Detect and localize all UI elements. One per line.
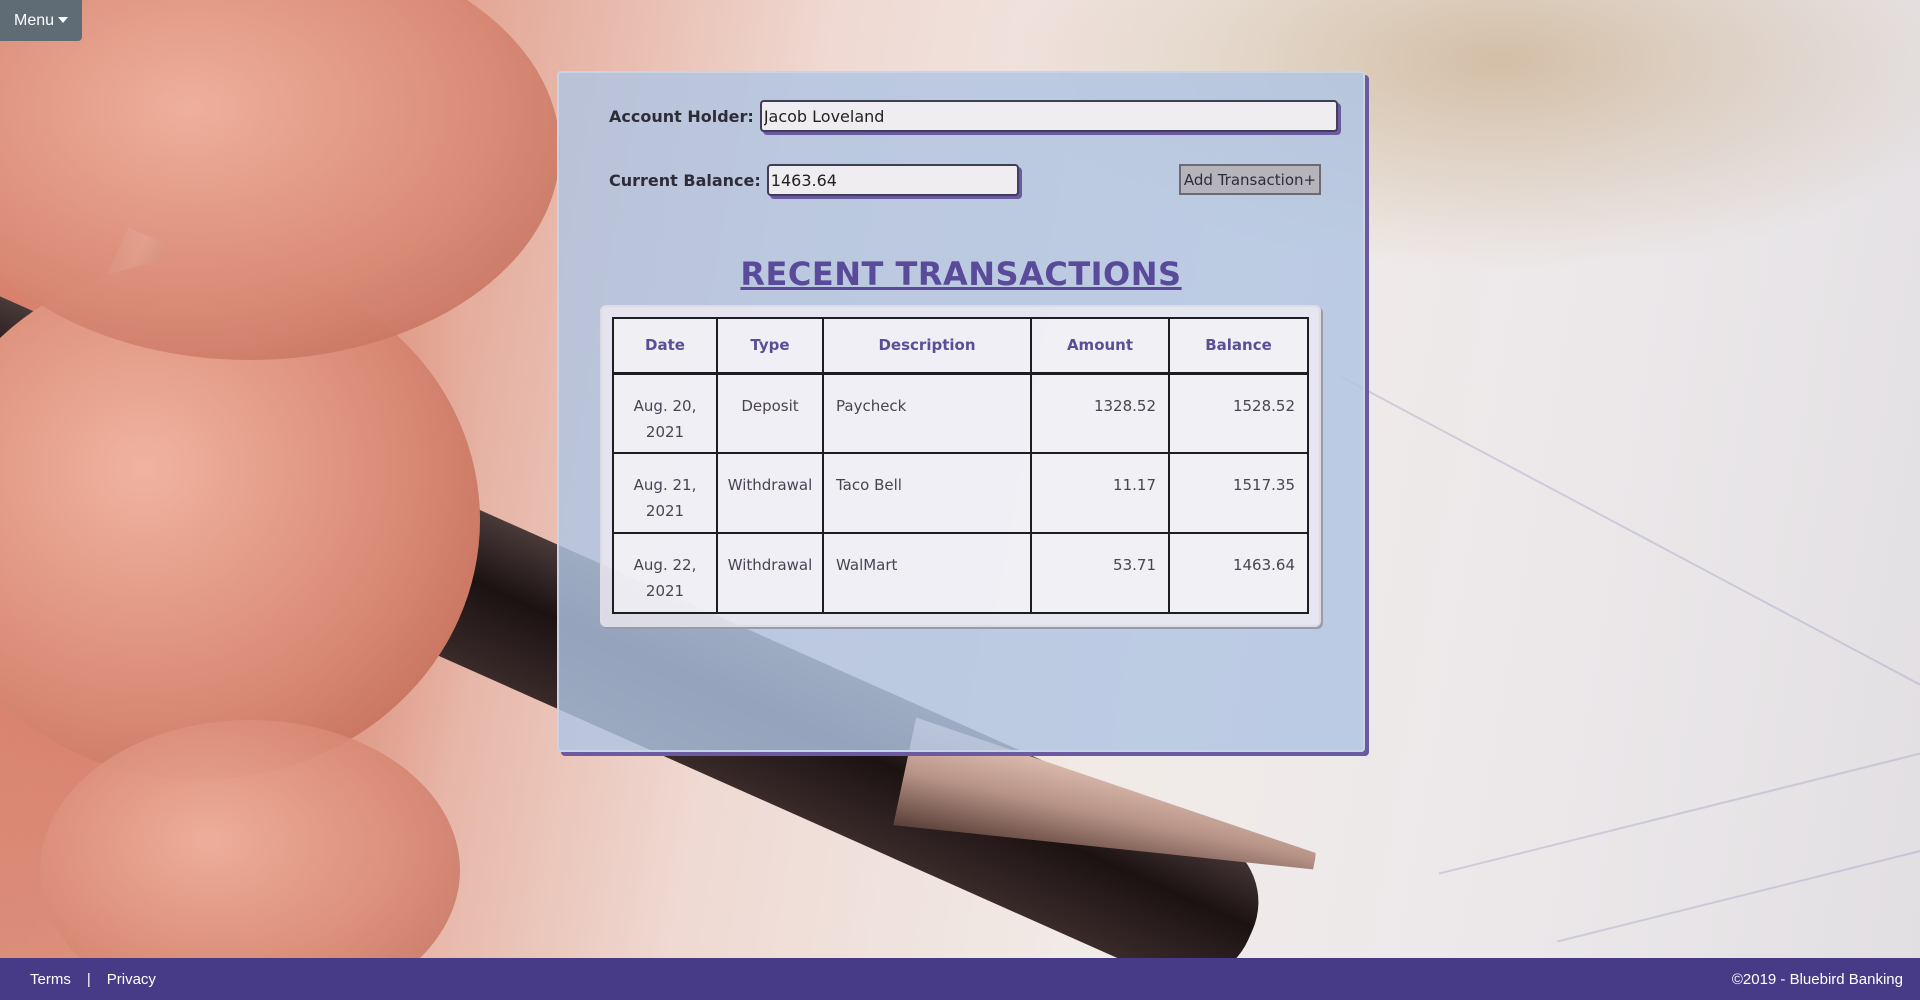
copyright-text: ©2019 - Bluebird Banking <box>1731 970 1903 988</box>
account-holder-row: Account Holder: <box>609 100 1338 132</box>
cell-type: Deposit <box>716 372 824 454</box>
cell-description: Paycheck <box>822 372 1032 454</box>
account-holder-label: Account Holder: <box>609 106 754 126</box>
cell-type: Withdrawal <box>716 532 824 614</box>
table-header-row: Date Type Description Amount Balance <box>612 317 1309 375</box>
add-transaction-button[interactable]: Add Transaction+ <box>1179 164 1321 195</box>
cell-amount: 11.17 <box>1030 452 1170 534</box>
terms-link[interactable]: Terms <box>30 971 71 988</box>
header-description: Description <box>822 317 1032 375</box>
header-type: Type <box>716 317 824 375</box>
menu-button[interactable]: Menu <box>0 0 82 41</box>
table-row: Aug. 20, 2021 Deposit Paycheck 1328.52 15… <box>612 372 1309 454</box>
header-balance: Balance <box>1168 317 1309 375</box>
table-row: Aug. 21, 2021 Withdrawal Taco Bell 11.17 … <box>612 452 1309 534</box>
transactions-table-container: Date Type Description Amount Balance Aug… <box>600 305 1321 627</box>
menu-label: Menu <box>13 11 55 29</box>
table-row: Aug. 22, 2021 Withdrawal WalMart 53.71 14… <box>612 532 1309 614</box>
footer-links: Terms | Privacy <box>30 971 156 988</box>
cell-balance: 1517.35 <box>1168 452 1309 534</box>
current-balance-row: Current Balance: <box>609 164 1019 196</box>
recent-transactions-title: RECENT TRANSACTIONS <box>740 255 1182 293</box>
cell-amount: 53.71 <box>1030 532 1170 614</box>
cell-balance: 1528.52 <box>1168 372 1309 454</box>
cell-description: Taco Bell <box>822 452 1032 534</box>
cell-description: WalMart <box>822 532 1032 614</box>
account-holder-input[interactable] <box>759 100 1338 132</box>
cell-amount: 1328.52 <box>1030 372 1170 454</box>
cell-date: Aug. 20, 2021 <box>612 372 718 454</box>
account-panel: Account Holder: Current Balance: Add Tra… <box>557 71 1365 752</box>
cell-date: Aug. 21, 2021 <box>612 452 718 534</box>
header-date: Date <box>612 317 718 375</box>
footer-separator: | <box>86 970 91 988</box>
cell-balance: 1463.64 <box>1168 532 1309 614</box>
privacy-link[interactable]: Privacy <box>107 971 156 988</box>
caret-down-icon <box>58 16 69 23</box>
transactions-table: Date Type Description Amount Balance Aug… <box>612 317 1309 614</box>
header-amount: Amount <box>1030 317 1170 375</box>
current-balance-input[interactable] <box>766 164 1019 196</box>
cell-type: Withdrawal <box>716 452 824 534</box>
footer: Terms | Privacy ©2019 - Bluebird Banking <box>0 958 1920 1000</box>
current-balance-label: Current Balance: <box>609 170 761 190</box>
cell-date: Aug. 22, 2021 <box>612 532 718 614</box>
